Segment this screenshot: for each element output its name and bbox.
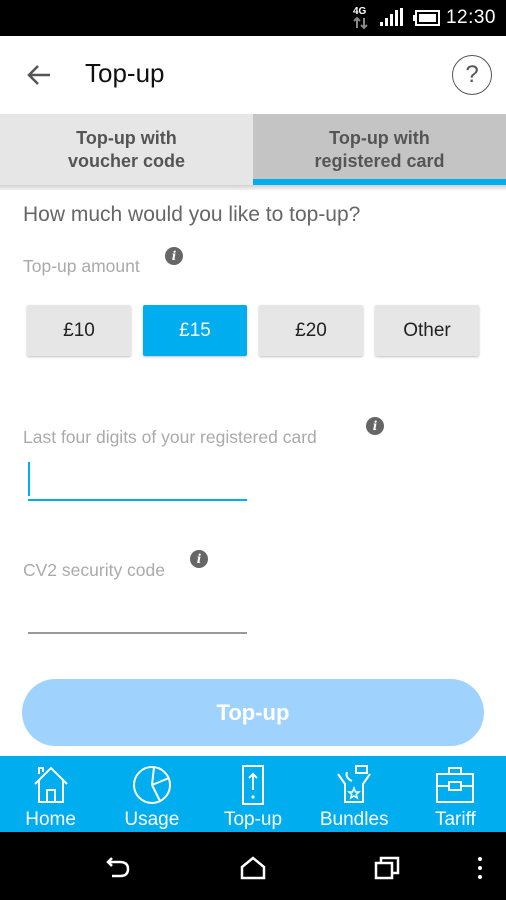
tab-label-line1: Top-up with xyxy=(329,128,430,148)
pie-chart-icon xyxy=(132,766,171,804)
nav-label: Tariff xyxy=(434,809,476,830)
active-tab-indicator xyxy=(253,179,506,186)
home-icon xyxy=(33,766,68,803)
phone-topup-icon xyxy=(242,765,264,805)
network-4g-icon: 4G xyxy=(353,6,368,30)
nav-item-topup[interactable]: Top-up xyxy=(202,756,303,832)
tab-label-line2: voucher code xyxy=(67,151,186,171)
amount-option-20[interactable]: £20 xyxy=(259,305,363,356)
home-icon[interactable] xyxy=(240,856,266,880)
svg-text:4G: 4G xyxy=(353,6,367,17)
back-icon[interactable] xyxy=(104,856,132,880)
nav-label: Usage xyxy=(124,809,180,830)
amount-options: £10 £15 £20 Other xyxy=(27,305,479,356)
battery-icon xyxy=(413,10,440,26)
info-icon[interactable]: i xyxy=(366,417,384,435)
bottom-nav: Home Usage Top-up Bundles Tariff xyxy=(0,756,506,832)
nav-item-tariff[interactable]: Tariff xyxy=(405,756,506,832)
amount-option-other[interactable]: Other xyxy=(375,305,479,356)
arrow-left-icon[interactable] xyxy=(26,62,52,88)
briefcase-icon xyxy=(436,767,475,803)
cv2-label: CV2 security code xyxy=(23,560,166,580)
recent-apps-icon[interactable] xyxy=(374,856,400,880)
text-caret xyxy=(28,462,30,496)
clock: 12:30 xyxy=(445,7,496,28)
card-digits-input[interactable] xyxy=(28,461,247,501)
status-bar: 4G 12:30 xyxy=(0,0,506,36)
tab-bar: Top-up with voucher code Top-up with reg… xyxy=(0,114,506,190)
amount-option-10[interactable]: £10 xyxy=(27,305,131,356)
signal-icon xyxy=(380,8,403,26)
amount-question: How much would you like to top-up? xyxy=(23,203,361,226)
nav-item-bundles[interactable]: Bundles xyxy=(304,756,405,832)
bundles-icon xyxy=(337,765,372,803)
app-bar: Top-up ? xyxy=(0,36,506,114)
amount-label: Top-up amount xyxy=(23,256,140,276)
tab-label-line2: registered card xyxy=(314,151,445,171)
info-icon[interactable]: i xyxy=(165,247,183,265)
nav-label: Home xyxy=(25,809,76,830)
tab-registered-card[interactable]: Top-up with registered card xyxy=(253,114,506,190)
topup-submit-button[interactable]: Top-up xyxy=(22,679,484,746)
tab-voucher-code[interactable]: Top-up with voucher code xyxy=(0,114,253,190)
question-circle-icon[interactable]: ? xyxy=(452,55,492,95)
tab-label-line1: Top-up with xyxy=(76,128,177,148)
nav-label: Top-up xyxy=(223,809,283,830)
system-nav-bar xyxy=(0,832,506,900)
overflow-menu-icon[interactable] xyxy=(476,856,484,880)
nav-label: Bundles xyxy=(319,809,389,830)
info-icon[interactable]: i xyxy=(190,550,208,568)
page-title: Top-up xyxy=(85,58,165,88)
card-digits-label: Last four digits of your registered card xyxy=(23,427,317,447)
nav-item-usage[interactable]: Usage xyxy=(101,756,202,832)
cv2-input[interactable] xyxy=(28,594,247,634)
nav-item-home[interactable]: Home xyxy=(0,756,101,832)
amount-option-15[interactable]: £15 xyxy=(143,305,247,356)
